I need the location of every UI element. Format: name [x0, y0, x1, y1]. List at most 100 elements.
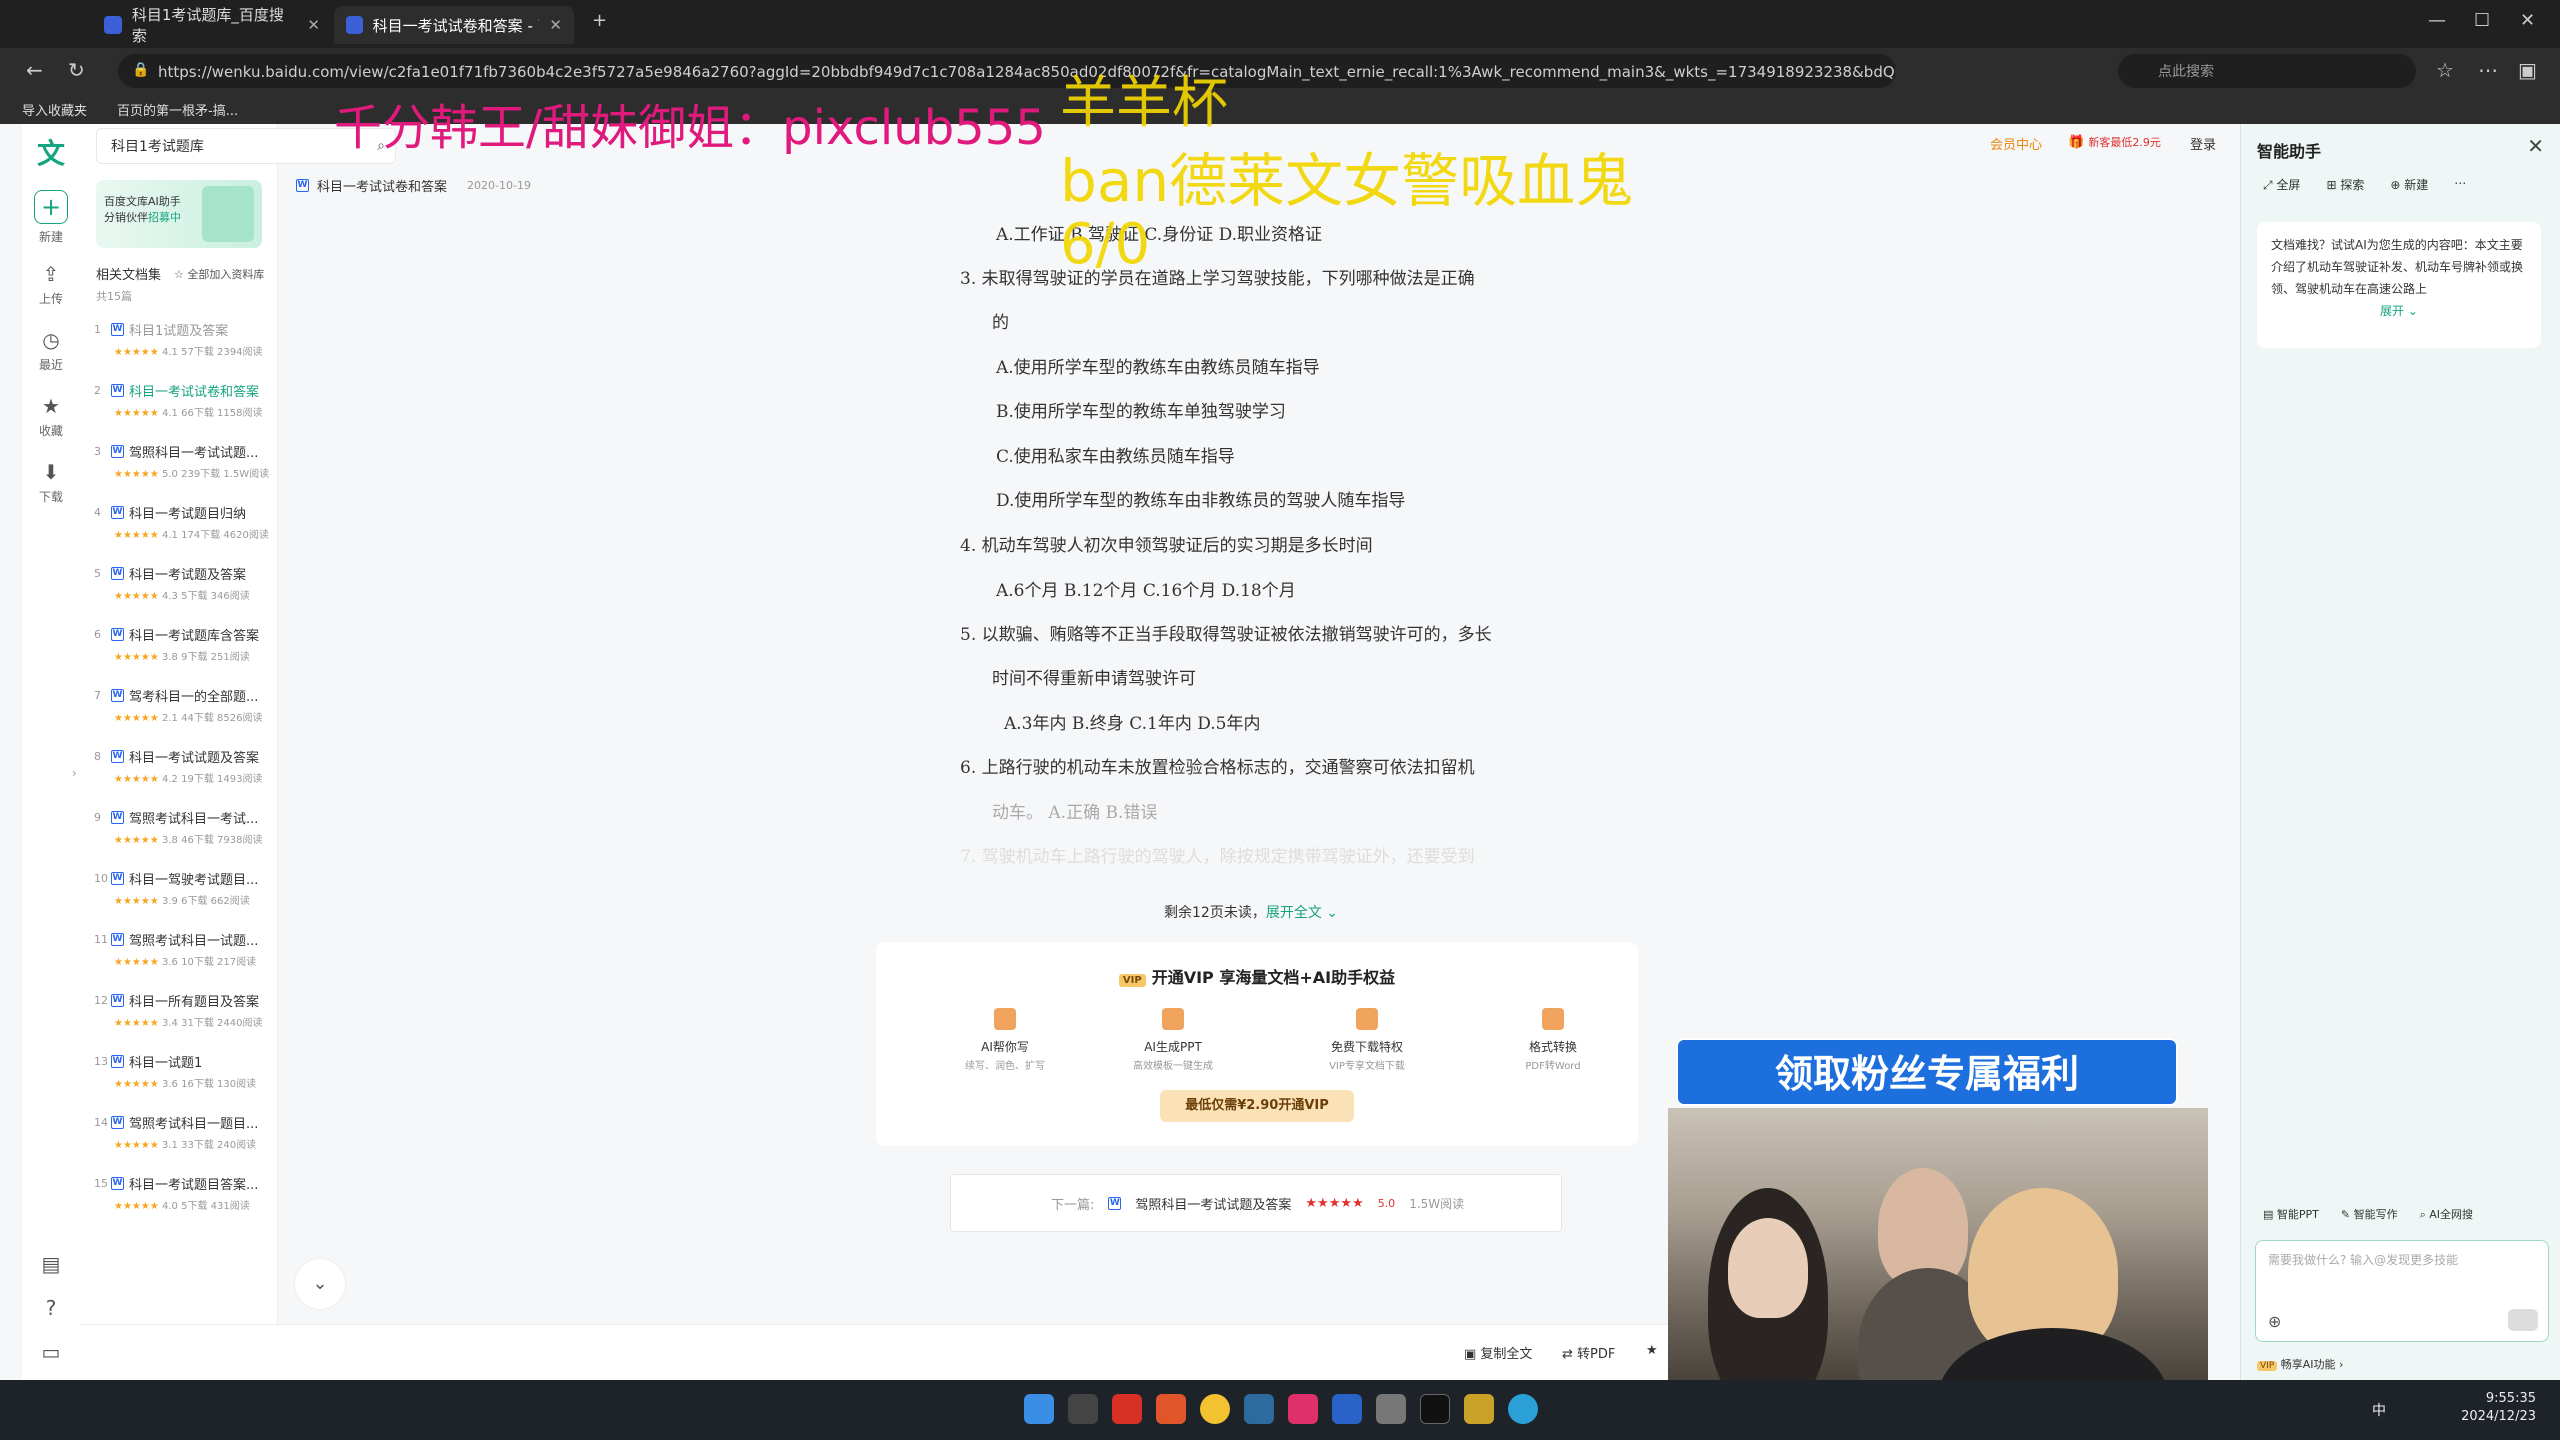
close-icon[interactable]: ✕ — [2527, 134, 2544, 158]
related-doc-item[interactable]: 3 W 驾照科目一考试试题... ★★★★★ 5.0 239下载 1.5W阅读 — [94, 442, 274, 503]
next-doc-box[interactable]: 下一篇: W 驾照科目一考试试题及答案 ★★★★★ 5.0 1.5W阅读 — [950, 1174, 1562, 1232]
doc-index: 5 — [94, 567, 101, 580]
doc-item-meta: ★★★★★ 3.8 46下载 7938阅读 — [114, 831, 274, 846]
vip-feature-convert[interactable]: 格式转换 PDF转Word — [1478, 1008, 1628, 1072]
vip-feature-ai-write[interactable]: AI帮你写 续写、润色、扩写 — [930, 1008, 1080, 1072]
qq-icon[interactable] — [1420, 1394, 1450, 1424]
settings-icon[interactable] — [1376, 1394, 1406, 1424]
new-chat-button[interactable]: ⊕ 新建 — [2390, 176, 2428, 193]
related-doc-item[interactable]: 10 W 科目一驾驶考试题目... ★★★★★ 3.9 6下载 662阅读 — [94, 869, 274, 930]
doc-item-title: 驾考科目一的全部题... — [129, 690, 259, 705]
app-icon[interactable] — [1156, 1394, 1186, 1424]
doc-index: 10 — [94, 872, 108, 885]
system-clock[interactable]: 9:55:35 2024/12/23 — [2461, 1390, 2536, 1426]
maximize-icon[interactable]: ☐ — [2474, 10, 2490, 31]
new-tab-icon[interactable]: + — [592, 10, 607, 31]
minimize-icon[interactable]: — — [2428, 10, 2446, 31]
doc-item-title: 科目一考试题及答案 — [129, 568, 247, 583]
steam-icon[interactable] — [1244, 1394, 1274, 1424]
rail-toolbox[interactable]: ▤ — [22, 1252, 80, 1280]
send-icon[interactable] — [2508, 1309, 2538, 1331]
ai-web-search-button[interactable]: ⌕ AI全网搜 — [2420, 1206, 2473, 1222]
smart-ppt-button[interactable]: ▤ 智能PPT — [2263, 1206, 2319, 1222]
related-doc-item[interactable]: 5 W 科目一考试题及答案 ★★★★★ 4.3 5下载 346阅读 — [94, 564, 274, 625]
collapse-arrow-icon[interactable]: › — [72, 766, 77, 780]
related-doc-item[interactable]: 8 W 科目一考试试题及答案 ★★★★★ 4.2 19下载 1493阅读 — [94, 747, 274, 808]
rail-download[interactable]: ⬇ 下载 — [22, 460, 80, 505]
tab-wenku[interactable]: 科目一考试试卷和答案 - 百度文库 ✕ — [334, 6, 574, 44]
rail-recent[interactable]: ◷ 最近 — [22, 328, 80, 373]
ai-partner-promo[interactable]: 百度文库AI助手 分销伙伴招募中 — [96, 180, 262, 248]
bookmark-import[interactable]: 导入收藏夹 — [22, 100, 87, 119]
related-doc-item[interactable]: 9 W 驾照考试科目一考试... ★★★★★ 3.8 46下载 7938阅读 — [94, 808, 274, 869]
bookmark-item[interactable]: 百页的第一根矛-搞... — [117, 100, 238, 119]
expand-full-text[interactable]: 展开全文 — [1266, 905, 1322, 921]
rail-feedback[interactable]: ▭ — [22, 1340, 80, 1368]
windows-taskbar: 中 9:55:35 2024/12/23 — [0, 1380, 2560, 1440]
refresh-icon[interactable]: ↻ — [68, 58, 85, 82]
related-doc-item[interactable]: 13 W 科目一试题1 ★★★★★ 3.6 16下载 130阅读 — [94, 1052, 274, 1113]
rail-upload[interactable]: ⇪ 上传 — [22, 262, 80, 307]
more-icon[interactable]: ⋯ — [2478, 58, 2498, 82]
doc-rating: 4.1 — [162, 347, 178, 358]
rail-favorites[interactable]: ★ 收藏 — [22, 394, 80, 439]
vip-feature-ai-ppt[interactable]: AI生成PPT 高效模板一键生成 — [1098, 1008, 1248, 1072]
back-icon[interactable]: ← — [26, 58, 43, 82]
related-doc-item[interactable]: 1 W 科目1试题及答案 ★★★★★ 4.1 57下载 2394阅读 — [94, 320, 274, 381]
rail-new[interactable]: + 新建 — [22, 190, 80, 245]
related-doc-item[interactable]: 11 W 驾照考试科目一试题... ★★★★★ 3.6 10下载 217阅读 — [94, 930, 274, 991]
attach-file-icon[interactable]: ⊕ — [2268, 1312, 2281, 1331]
browser-search-field[interactable]: 点此搜索 — [2118, 54, 2416, 88]
favorites-icon[interactable]: ☆ — [2436, 58, 2454, 82]
more-icon[interactable]: ⋯ — [2454, 176, 2466, 193]
related-doc-item[interactable]: 2 W 科目一考试试卷和答案 ★★★★★ 4.1 66下载 1158阅读 — [94, 381, 274, 442]
open-vip-button[interactable]: 最低仅需¥2.90开通VIP — [1160, 1090, 1354, 1122]
related-doc-item[interactable]: 14 W 驾照考试科目一题目... ★★★★★ 3.1 33下载 240阅读 — [94, 1113, 274, 1174]
tab-baidu-search[interactable]: 科目1考试题库_百度搜索 ✕ — [92, 6, 332, 45]
copy-full-button[interactable]: ▣ 复制全文 — [1464, 1343, 1532, 1362]
browser-tab-bar: 科目1考试题库_百度搜索 ✕ 科目一考试试卷和答案 - 百度文库 ✕ + — ☐… — [0, 0, 2560, 48]
app-icon[interactable] — [1200, 1394, 1230, 1424]
related-doc-item[interactable]: 6 W 科目一考试题库含答案 ★★★★★ 3.8 9下载 251阅读 — [94, 625, 274, 686]
ai-chat-input[interactable]: 需要我做什么? 输入@发现更多技能 ⊕ — [2255, 1240, 2549, 1342]
ime-indicator[interactable]: 中 — [2372, 1400, 2386, 1420]
related-doc-item[interactable]: 15 W 科目一考试题目答案... ★★★★★ 4.0 5下载 431阅读 — [94, 1174, 274, 1235]
ai-write-icon — [994, 1008, 1016, 1030]
close-icon[interactable]: ✕ — [549, 16, 562, 34]
new-user-offer[interactable]: 🎁 新客最低2.9元 — [2068, 134, 2161, 150]
related-doc-item[interactable]: 4 W 科目一考试题目归纳 ★★★★★ 4.1 174下载 4620阅读 — [94, 503, 274, 564]
doc-reads: 1493阅读 — [217, 774, 263, 785]
wenku-logo[interactable]: 文 — [32, 132, 70, 170]
search-icon[interactable] — [1068, 1394, 1098, 1424]
league-icon[interactable] — [1464, 1394, 1494, 1424]
explore-button[interactable]: ⊞ 探索 — [2326, 176, 2364, 193]
scroll-down-icon[interactable]: ⌄ — [294, 1258, 346, 1310]
login-link[interactable]: 登录 — [2190, 134, 2216, 153]
start-icon[interactable] — [1024, 1394, 1054, 1424]
ai-expand-link[interactable]: 展开 ⌄ — [2271, 300, 2527, 322]
vip-feature-download[interactable]: 免费下载特权 VIP专享文档下载 — [1292, 1008, 1442, 1072]
close-icon[interactable]: ✕ — [307, 16, 320, 34]
sidebar-toggle-icon[interactable]: ▣ — [2518, 58, 2537, 82]
related-doc-list: 1 W 科目1试题及答案 ★★★★★ 4.1 57下载 2394阅读 2 W 科目一考试试卷… — [94, 320, 274, 1235]
related-doc-item[interactable]: 12 W 科目一所有题目及答案 ★★★★★ 3.4 31下载 2440阅读 — [94, 991, 274, 1052]
edge-icon[interactable] — [1508, 1394, 1538, 1424]
smart-write-button[interactable]: ✎ 智能写作 — [2341, 1206, 2398, 1222]
add-all-button[interactable]: ☆ 全部加入资料库 — [174, 266, 264, 282]
fullscreen-button[interactable]: ⤢ 全屏 — [2263, 176, 2300, 193]
doc-rating: 3.6 — [162, 1079, 178, 1090]
rail-help[interactable]: ? — [22, 1296, 80, 1324]
netease-music-icon[interactable] — [1288, 1394, 1318, 1424]
close-window-icon[interactable]: ✕ — [2520, 10, 2535, 31]
favorite-star-icon[interactable]: ★ — [1646, 1343, 1658, 1358]
app-icon[interactable] — [1332, 1394, 1362, 1424]
url-field[interactable]: 🔒 https://wenku.baidu.com/view/c2fa1e01f… — [118, 54, 1896, 88]
doc-item-meta: ★★★★★ 3.6 16下载 130阅读 — [114, 1075, 274, 1090]
vip-center-link[interactable]: 会员中心 — [1990, 134, 2042, 153]
wps-icon[interactable] — [1112, 1394, 1142, 1424]
doc-item-title: 驾照考试科目一试题... — [129, 934, 259, 949]
ai-footer[interactable]: VIP 畅享AI功能 › — [2257, 1356, 2343, 1372]
to-pdf-button[interactable]: ⇄ 转PDF — [1562, 1343, 1615, 1362]
related-doc-item[interactable]: 7 W 驾考科目一的全部题... ★★★★★ 2.1 44下载 8526阅读 — [94, 686, 274, 747]
doc-item-title: 科目一考试试题及答案 — [129, 751, 260, 766]
